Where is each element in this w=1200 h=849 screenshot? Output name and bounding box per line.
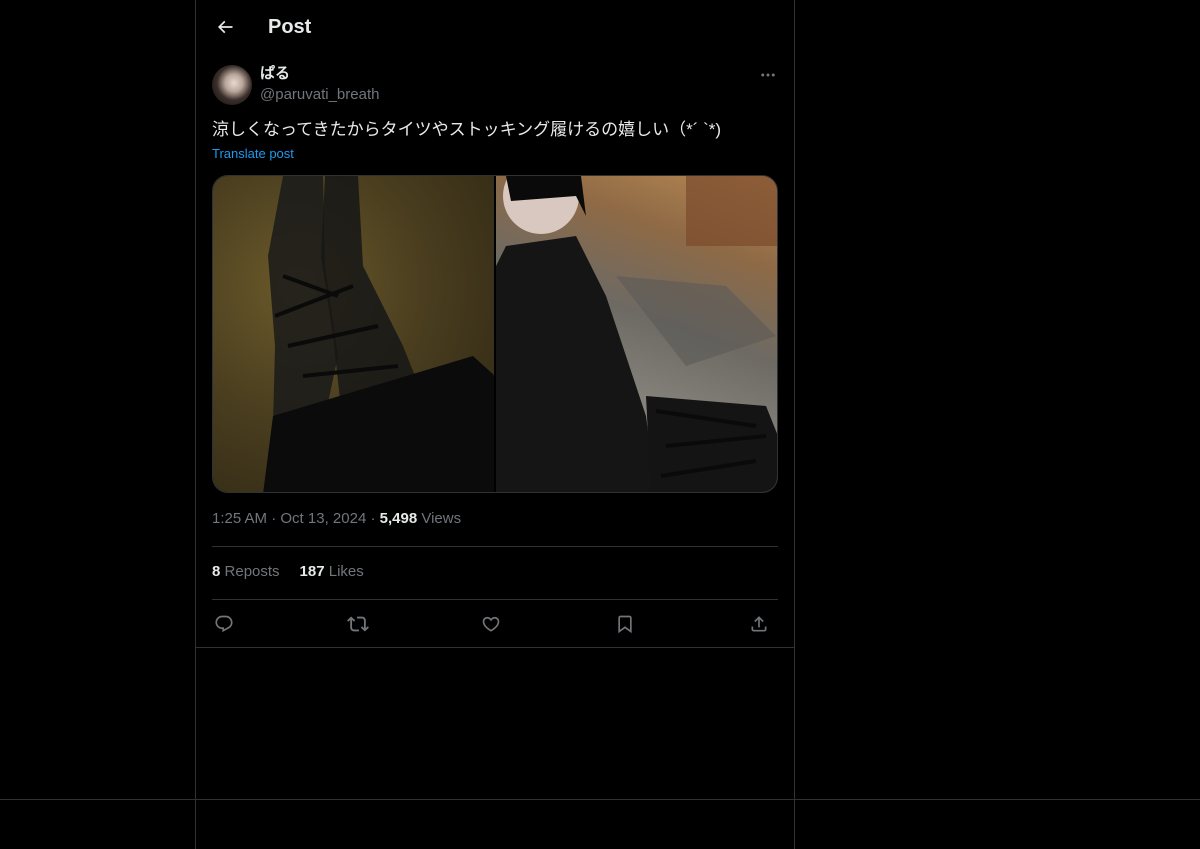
meta-separator: · [370, 510, 376, 527]
reposts-label: Reposts [224, 563, 280, 580]
reply-icon [214, 614, 234, 634]
post-photo-2[interactable] [496, 176, 777, 492]
post-stats: 8 Reposts 187 Likes [212, 562, 384, 582]
post-time[interactable]: 1:25 AM [212, 510, 267, 527]
share-button[interactable] [747, 612, 771, 636]
post-bottom-divider [196, 647, 794, 648]
page-title: Post [268, 16, 312, 38]
post-date[interactable]: Oct 13, 2024 [280, 510, 366, 527]
back-button[interactable] [208, 10, 242, 44]
reposts-stat[interactable]: 8 Reposts [212, 562, 280, 582]
divider [212, 546, 778, 547]
likes-label: Likes [328, 563, 364, 580]
like-button[interactable] [479, 612, 503, 636]
more-icon [759, 66, 777, 84]
bookmark-button[interactable] [613, 612, 637, 636]
meta-separator: · [271, 510, 277, 527]
primary-column: Post ぱる @paruvati_breath 涼しくなってきたからタイツやス… [195, 0, 795, 849]
post-media [212, 175, 778, 493]
avatar[interactable] [212, 65, 252, 105]
more-options-button[interactable] [756, 64, 780, 86]
likes-stat[interactable]: 187 Likes [300, 562, 364, 582]
repost-button[interactable] [346, 612, 370, 636]
bookmark-icon [615, 614, 635, 634]
heart-icon [481, 614, 501, 634]
post-photo-1[interactable] [213, 176, 494, 492]
views-count: 5,498 [379, 510, 418, 527]
repost-icon [347, 613, 369, 635]
author-display-name[interactable]: ぱる [260, 64, 290, 84]
translate-post-link[interactable]: Translate post [212, 145, 294, 163]
likes-count: 187 [299, 563, 325, 580]
post-text: 涼しくなってきたからタイツやストッキング履けるの嬉しい（*´ `*) [212, 120, 722, 139]
author-handle[interactable]: @paruvati_breath [260, 85, 379, 105]
page-header: Post [196, 0, 794, 53]
reply-button[interactable] [212, 612, 236, 636]
share-icon [749, 614, 769, 634]
post-meta: 1:25 AM · Oct 13, 2024 · 5,498 Views [212, 509, 461, 529]
reposts-count: 8 [212, 563, 221, 580]
divider [212, 599, 778, 600]
post-actions [212, 608, 778, 640]
views-label: Views [421, 510, 462, 527]
arrow-left-icon [215, 17, 235, 37]
